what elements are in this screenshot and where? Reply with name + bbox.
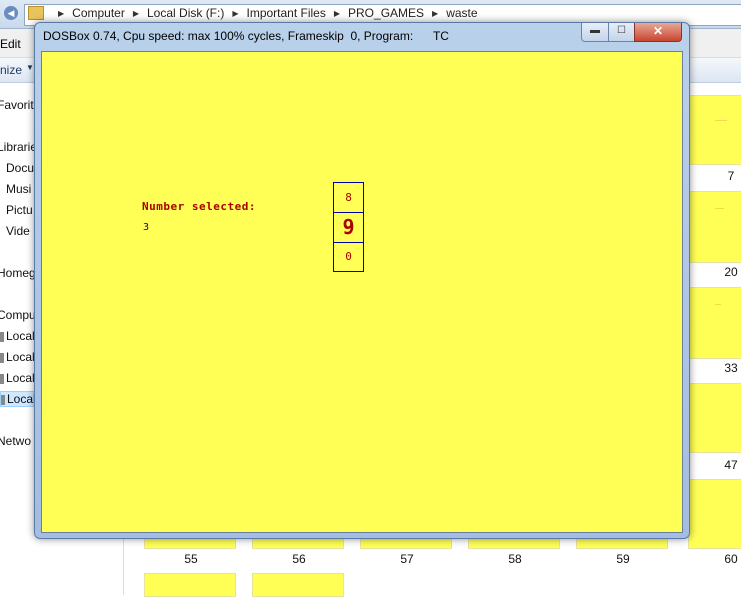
drive-icon	[1, 394, 5, 405]
file-label[interactable]: 33	[716, 361, 741, 375]
drive-icon	[0, 331, 4, 342]
number-spinner[interactable]: 8 9 0	[333, 182, 364, 272]
file-thumbnail[interactable]	[688, 479, 741, 549]
file-thumbnail[interactable]	[144, 573, 236, 597]
file-label[interactable]: 7	[716, 169, 741, 183]
file-label[interactable]: 55	[176, 552, 206, 566]
nav-local-disk-3[interactable]: Local	[0, 371, 35, 385]
chevron-right-icon[interactable]: ▶	[133, 9, 139, 18]
spinner-next-value: 0	[345, 250, 352, 263]
folder-icon	[28, 6, 44, 20]
file-label[interactable]: 47	[716, 458, 741, 472]
breadcrumb-computer[interactable]: Computer	[72, 6, 125, 20]
maximize-button[interactable]: ☐	[608, 23, 635, 42]
nav-pictures[interactable]: Pictu	[6, 203, 33, 217]
nav-local-label: Local	[6, 350, 35, 364]
number-selected-label: Number selected:	[142, 200, 256, 213]
file-thumbnail[interactable]: ———	[688, 191, 741, 263]
spinner-previous-value: 8	[334, 183, 363, 213]
nav-local-disk-1[interactable]: Local	[0, 329, 35, 343]
drive-icon	[0, 373, 4, 384]
file-thumbnail[interactable]	[688, 383, 741, 453]
breadcrumb: ▶ Computer ▶ Local Disk (F:) ▶ Important…	[28, 6, 478, 20]
nav-computer[interactable]: Compu	[0, 308, 36, 322]
nav-videos[interactable]: Vide	[6, 224, 30, 238]
back-arrow-icon[interactable]: ◀	[4, 6, 18, 20]
file-label[interactable]: 58	[500, 552, 530, 566]
file-thumbnail[interactable]: ————	[688, 95, 741, 165]
nav-documents[interactable]: Docu	[6, 161, 34, 175]
breadcrumb-important-files[interactable]: Important Files	[247, 6, 326, 20]
file-label[interactable]: 20	[716, 265, 741, 279]
menu-edit[interactable]: Edit	[0, 37, 21, 51]
dosbox-window: DOSBox 0.74, Cpu speed: max 100% cycles,…	[34, 22, 690, 539]
file-label[interactable]: 56	[284, 552, 314, 566]
file-thumbnail[interactable]: ——	[688, 287, 741, 359]
number-selected-value: 3	[143, 222, 150, 233]
chevron-right-icon[interactable]: ▶	[58, 9, 64, 18]
file-label[interactable]: 59	[608, 552, 638, 566]
minimize-button[interactable]: ▬	[581, 23, 609, 42]
dos-screen[interactable]: Number selected: 3 8 9 0	[41, 51, 683, 533]
breadcrumb-pro-games[interactable]: PRO_GAMES	[348, 6, 424, 20]
nav-local-label: Local	[7, 392, 36, 406]
file-label[interactable]: 57	[392, 552, 422, 566]
nav-local-disk-2[interactable]: Local	[0, 350, 35, 364]
drive-icon	[0, 352, 4, 363]
chevron-right-icon[interactable]: ▶	[432, 9, 438, 18]
chevron-right-icon[interactable]: ▶	[334, 9, 340, 18]
nav-network[interactable]: Netwo	[0, 434, 31, 448]
breadcrumb-local-disk[interactable]: Local Disk (F:)	[147, 6, 224, 20]
nav-local-label: Local	[6, 371, 35, 385]
spinner-current-value: 9	[334, 213, 363, 243]
nav-local-disk-4[interactable]: Local	[0, 391, 37, 407]
chevron-down-icon[interactable]: ▼	[26, 63, 34, 72]
nav-music[interactable]: Musi	[6, 182, 31, 196]
close-button[interactable]: ✕	[634, 23, 682, 42]
organize-button[interactable]: nize	[0, 63, 22, 77]
file-thumbnail[interactable]	[252, 573, 344, 597]
nav-libraries[interactable]: Librarie	[0, 140, 37, 154]
window-title: DOSBox 0.74, Cpu speed: max 100% cycles,…	[43, 29, 449, 43]
chevron-right-icon[interactable]: ▶	[232, 9, 238, 18]
nav-local-label: Local	[6, 329, 35, 343]
nav-homegroup[interactable]: Homeg	[0, 266, 36, 280]
file-label[interactable]: 60	[716, 552, 741, 566]
breadcrumb-waste[interactable]: waste	[446, 6, 477, 20]
